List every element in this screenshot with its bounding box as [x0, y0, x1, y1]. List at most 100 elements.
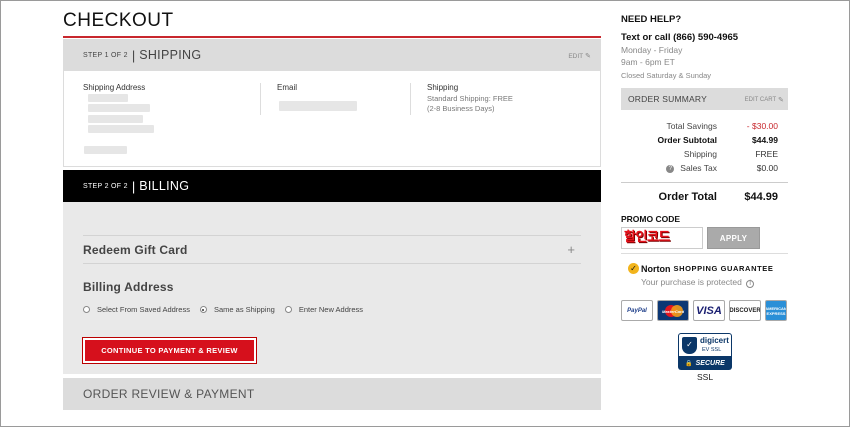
shipping-method-value: Standard Shipping: FREE	[427, 94, 513, 103]
edit-shipping-link[interactable]: EDIT ✎	[568, 52, 591, 61]
promo-divider	[621, 253, 788, 254]
ssl-label: SSL	[697, 372, 714, 382]
radio-button[interactable]	[284, 306, 292, 313]
question-icon[interactable]: ?	[666, 164, 675, 173]
total-savings-row: Total Savings - $30.00	[621, 121, 778, 131]
subtotal-value: $44.99	[752, 135, 778, 145]
visa-logo: VISA	[693, 300, 725, 321]
redacted-email	[279, 101, 357, 111]
purchase-protected-label: Your purchase is protected	[641, 277, 742, 287]
shipping-step-label: SHIPPING	[139, 48, 202, 62]
total-savings-value: - $30.00	[746, 121, 778, 131]
order-total-label: Order Total	[658, 191, 717, 203]
step-separator: |	[131, 47, 136, 63]
page-title: CHECKOUT	[63, 10, 174, 31]
promo-code-input[interactable]: 할인코드	[621, 227, 703, 249]
sales-tax-label: Sales Tax	[680, 163, 717, 173]
amex-logo: AMERICAN EXPRESS	[765, 300, 787, 321]
column-divider	[260, 83, 261, 115]
digicert-ev-label: EV SSL	[702, 347, 722, 353]
shipping-step-header[interactable]: STEP 1 OF 2 | SHIPPING EDIT ✎	[63, 39, 601, 71]
radio-button[interactable]	[83, 306, 90, 313]
payment-methods: PayPal MasterCard VISA DISCOVER AMERICAN…	[621, 300, 787, 321]
support-days: Monday - Friday	[621, 45, 683, 55]
order-review-label: ORDER REVIEW & PAYMENT	[83, 387, 255, 401]
discover-text: DISCOVER	[729, 307, 761, 314]
mastercard-text: MasterCard	[662, 309, 685, 314]
pencil-icon: ✎	[778, 97, 784, 104]
shipping-step-number: STEP 1 OF 2	[83, 51, 128, 59]
subtotal-label: Order Subtotal	[657, 135, 717, 145]
email-header: Email	[277, 83, 298, 92]
billing-address-options: Select From Saved Address Same as Shippi…	[83, 305, 373, 314]
need-help-heading: NEED HELP?	[621, 14, 682, 25]
discover-logo: DISCOVER	[729, 300, 761, 321]
option-label: Same as Shipping	[213, 305, 275, 314]
norton-check-icon: ✓	[628, 263, 639, 274]
shipping-cost-row: Shipping FREE	[621, 149, 778, 159]
amex-text: AMERICAN EXPRESS	[765, 305, 787, 316]
shield-check-icon: ✓	[682, 337, 697, 354]
redacted-address-line	[88, 115, 143, 123]
column-divider	[410, 83, 411, 115]
visa-text: VISA	[696, 304, 722, 317]
redacted-address-line	[88, 104, 150, 112]
redacted-address-line	[88, 94, 128, 102]
billing-panel: Redeem Gift Card + Billing Address Selec…	[63, 202, 601, 374]
billing-step-label: BILLING	[139, 179, 190, 193]
option-new-address[interactable]: Enter New Address	[284, 305, 364, 314]
order-total-value: $44.99	[744, 191, 778, 203]
shipping-method-column: Shipping Standard Shipping: FREE (2-8 Bu…	[427, 83, 513, 114]
lock-icon: 🔒	[685, 361, 693, 367]
norton-tagline: SHOPPING GUARANTEE	[673, 264, 774, 273]
edit-cart-link[interactable]: EDIT CART ✎	[745, 96, 784, 104]
order-review-step-header: ORDER REVIEW & PAYMENT	[63, 378, 601, 410]
closed-notice: Closed Saturday & Sunday	[621, 71, 712, 80]
title-divider	[63, 36, 601, 38]
edit-cart-label: EDIT CART	[744, 97, 777, 103]
step-separator: |	[131, 178, 136, 194]
info-icon[interactable]: i	[746, 280, 755, 288]
order-summary-header: ORDER SUMMARY EDIT CART ✎	[621, 88, 788, 110]
shipping-method-header: Shipping	[427, 83, 459, 92]
option-saved-address[interactable]: Select From Saved Address	[83, 305, 190, 314]
total-savings-label: Total Savings	[666, 121, 717, 131]
shipping-time-value: (2-8 Business Days)	[427, 104, 495, 113]
sales-tax-value: $0.00	[756, 163, 778, 173]
digicert-secure-label: SECURE	[695, 360, 725, 367]
billing-step-number: STEP 2 OF 2	[83, 182, 128, 190]
order-summary-title: ORDER SUMMARY	[628, 94, 707, 104]
paypal-text: PayPal	[627, 307, 647, 314]
edit-shipping-label: EDIT	[568, 52, 584, 60]
digicert-seal[interactable]: ✓ digicert EV SSL 🔒 SECURE	[678, 333, 732, 371]
support-time: 9am - 6pm ET	[621, 57, 675, 67]
support-hours: Monday - Friday 9am - 6pm ET	[621, 44, 682, 68]
radio-button-selected[interactable]	[199, 306, 207, 313]
shipping-details: Shipping Address Email Shipping Standard…	[63, 71, 601, 167]
email-column: Email	[277, 83, 297, 94]
purchase-protected-text: Your purchase is protected i	[641, 277, 755, 288]
apply-promo-button[interactable]: APPLY	[707, 227, 760, 249]
sales-tax-row: ? Sales Tax $0.00	[621, 163, 778, 173]
norton-brand: Norton	[641, 263, 671, 274]
digicert-seal-top: ✓ digicert EV SSL	[678, 333, 732, 357]
shipping-address-column: Shipping Address	[83, 83, 145, 94]
phone-number[interactable]: Text or call (866) 590-4965	[621, 32, 738, 43]
order-total-row: Order Total $44.99	[621, 191, 778, 203]
continue-to-payment-button[interactable]: CONTINUE TO PAYMENT & REVIEW	[82, 337, 257, 364]
redacted-address-line	[84, 146, 127, 154]
option-same-as-shipping[interactable]: Same as Shipping	[199, 305, 275, 314]
shipping-cost-label: Shipping	[683, 149, 717, 159]
pencil-icon: ✎	[585, 53, 591, 60]
option-label: Select From Saved Address	[97, 305, 190, 314]
billing-address-heading: Billing Address	[83, 280, 174, 294]
option-label: Enter New Address	[298, 305, 364, 314]
redeem-gift-card-toggle[interactable]: Redeem Gift Card +	[83, 235, 581, 264]
sales-tax-label-wrap: ? Sales Tax	[621, 163, 717, 173]
paypal-logo: PayPal	[621, 300, 653, 321]
summary-divider	[621, 182, 788, 183]
redacted-address-line	[88, 125, 154, 133]
promo-code-heading: PROMO CODE	[621, 214, 681, 224]
mastercard-logo: MasterCard	[657, 300, 689, 321]
norton-guarantee-badge[interactable]: ✓ Norton SHOPPING GUARANTEE	[628, 263, 773, 274]
